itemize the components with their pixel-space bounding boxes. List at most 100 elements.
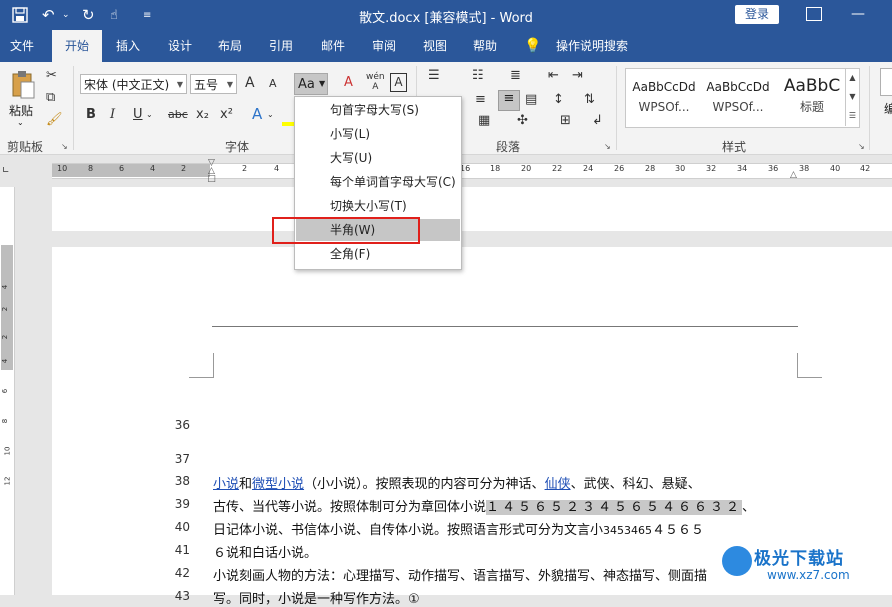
style-item[interactable]: AaBbC 标题 [776, 69, 848, 127]
tab-review[interactable]: 审阅 [362, 30, 406, 62]
distributed-icon[interactable]: ▤ [525, 92, 537, 107]
font-name-combo[interactable]: 宋体 (中文正文) ▼ [80, 74, 187, 94]
ruler-tick-label: 42 [860, 164, 871, 173]
login-button[interactable]: 登录 [735, 5, 779, 24]
clear-formatting-icon[interactable]: A [344, 75, 353, 90]
strikethrough-button[interactable]: abc [168, 108, 188, 121]
menu-item-full-width[interactable]: 全角(F) [296, 243, 460, 265]
indent-marker-icon[interactable]: ▽ △ □ [206, 159, 217, 185]
subscript-button[interactable]: x₂ [196, 107, 209, 122]
underline-dropdown-icon[interactable]: ⌄ [146, 110, 153, 119]
text-line[interactable]: 小说刻画人物的方法：心理描写、动作描写、语言描写、外貌描写、神态描写、侧面描 [213, 565, 707, 584]
find-icon[interactable] [880, 68, 892, 96]
tab-help[interactable]: 帮助 [463, 30, 507, 62]
tab-home[interactable]: 开始 [52, 30, 102, 62]
tab-references[interactable]: 引用 [259, 30, 303, 62]
bold-button[interactable]: B [86, 107, 96, 122]
underline-button[interactable]: U [133, 107, 143, 122]
text-line[interactable]: 写。同时，小说是一种写作方法。① [213, 588, 420, 607]
change-case-button[interactable]: Aa ▼ [294, 73, 328, 95]
tab-insert[interactable]: 插入 [106, 30, 150, 62]
minimize-icon[interactable]: — [851, 6, 865, 22]
grow-font-icon[interactable]: A [245, 75, 255, 91]
text-effects-icon[interactable]: A [252, 105, 262, 123]
borders-icon[interactable]: ⊞ [560, 113, 571, 128]
italic-button[interactable]: I [110, 107, 115, 122]
text-run: ４５６５ [652, 523, 705, 538]
vertical-ruler-tick-label: 12 [3, 476, 12, 486]
shrink-font-icon[interactable]: A [269, 77, 277, 90]
text-line[interactable]: ６说和白话小说。 [213, 542, 317, 561]
selected-text[interactable]: １４５６５２３４５６５４６６３２ [486, 500, 743, 515]
paste-dropdown-icon[interactable]: ⌄ [17, 118, 24, 127]
multilevel-list-icon[interactable]: ≣ [510, 68, 521, 83]
chevron-down-icon: ▼ [319, 79, 326, 88]
menu-item-uppercase[interactable]: 大写(U) [296, 147, 460, 169]
vertical-ruler-tick-label: 10 [3, 446, 12, 456]
tab-view[interactable]: 视图 [413, 30, 457, 62]
asian-layout-icon[interactable]: ✣ [517, 113, 528, 128]
paste-button-label[interactable]: 粘贴 [9, 102, 33, 119]
paste-icon[interactable] [10, 70, 36, 100]
tab-layout[interactable]: 布局 [208, 30, 252, 62]
clipboard-launcher-icon[interactable]: ↘ [61, 142, 68, 151]
show-marks-icon[interactable]: ↲ [592, 113, 603, 128]
styles-launcher-icon[interactable]: ↘ [858, 142, 865, 151]
copy-icon[interactable]: ⧉ [46, 90, 55, 105]
group-divider [73, 66, 74, 150]
ruler-tick-label: 20 [521, 164, 532, 173]
increase-indent-icon[interactable]: ⇥ [572, 68, 583, 83]
menu-item-sentence-case[interactable]: 句首字母大写(S) [296, 99, 460, 121]
line-number: 39 [174, 497, 190, 511]
tab-selector-icon[interactable]: ∟ [2, 166, 10, 176]
text-run: （小小说）。按照表现的内容可分为神话、 [304, 477, 545, 492]
menu-item-capitalize-each-word[interactable]: 每个单词首字母大写(C) [296, 171, 460, 193]
format-painter-icon[interactable]: 🖌 [46, 112, 63, 127]
justify-icon[interactable]: ≡ [498, 90, 520, 111]
paragraph-launcher-icon[interactable]: ↘ [604, 142, 611, 151]
line-number: 43 [174, 589, 190, 603]
hyperlink[interactable]: 仙侠 [545, 477, 571, 492]
watermark-logo [722, 546, 752, 576]
style-item[interactable]: AaBbCcDd WPSOf... [628, 69, 700, 127]
vertical-ruler-tick-label: 4 [1, 358, 10, 364]
align-right-icon[interactable]: ≡ [475, 92, 486, 107]
text-line[interactable]: 日记体小说、书信体小说、自传体小说。按照语言形式可分为文言小3453465４５６… [213, 519, 704, 538]
tab-mailings[interactable]: 邮件 [311, 30, 355, 62]
text-effects-dropdown-icon[interactable]: ⌄ [267, 110, 274, 119]
menu-item-lowercase[interactable]: 小写(L) [296, 123, 460, 145]
font-size-combo[interactable]: 五号 ▼ [190, 74, 237, 94]
ruler-tick-label: 4 [150, 164, 156, 173]
vertical-ruler-tick-label: 8 [1, 418, 10, 424]
line-number: 42 [174, 566, 190, 580]
line-spacing-icon[interactable]: ↕ [553, 92, 564, 107]
bullets-icon[interactable]: ☰ [428, 68, 440, 83]
chevron-down-icon: ▼ [176, 80, 183, 89]
menu-item-toggle-case[interactable]: 切换大小写(T) [296, 195, 460, 217]
numbering-icon[interactable]: ☷ [472, 68, 484, 83]
tab-file[interactable]: 文件 [0, 30, 44, 62]
ruler-tick-label: 4 [274, 164, 280, 173]
cut-icon[interactable]: ✂ [46, 68, 57, 83]
sort-icon[interactable]: ⇅ [584, 92, 595, 107]
ribbon-display-icon[interactable] [806, 7, 822, 21]
text-line[interactable]: 古传、当代等小说。按照体制可分为章回体小说１４５６５２３４５６５４６６３２、 [213, 496, 755, 515]
decrease-indent-icon[interactable]: ⇤ [548, 68, 559, 83]
styles-scroll[interactable]: ▲ ▼ ☰ [845, 68, 859, 126]
margin-corner-left [189, 353, 214, 378]
text-run: 3453465 [603, 524, 653, 537]
right-indent-marker-icon[interactable]: △ [790, 170, 797, 180]
highlight-color-swatch[interactable] [282, 122, 294, 126]
character-border-icon[interactable]: A [390, 73, 407, 92]
tab-design[interactable]: 设计 [158, 30, 202, 62]
hyperlink[interactable]: 小说 [213, 477, 239, 492]
hyperlink[interactable]: 微型小说 [252, 477, 304, 492]
tell-me-search[interactable]: 操作说明搜索 [552, 30, 632, 62]
text-run: 、 [742, 500, 756, 515]
editing-label[interactable]: 编 [884, 100, 892, 117]
style-item[interactable]: AaBbCcDd WPSOf... [702, 69, 774, 127]
shading-icon[interactable]: ▦ [478, 113, 490, 128]
phonetic-guide-icon[interactable]: wén A [366, 72, 385, 92]
text-line[interactable]: 小说和微型小说（小小说）。按照表现的内容可分为神话、仙侠、武侠、科幻、悬疑、 [213, 473, 701, 492]
superscript-button[interactable]: x² [220, 107, 233, 122]
